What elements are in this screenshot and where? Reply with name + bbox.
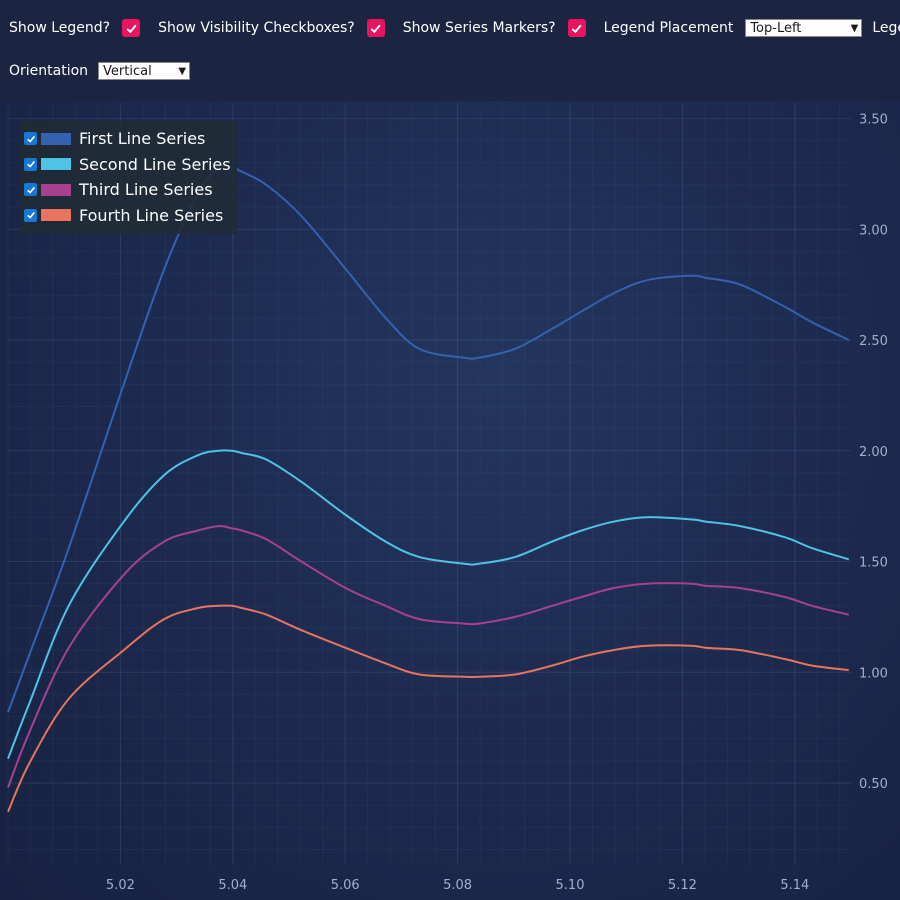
y-tick-label: 2.00: [859, 445, 888, 460]
x-tick-label: 5.04: [218, 878, 247, 893]
orientation-select[interactable]: Vertical ▼: [98, 62, 191, 80]
series-group: [7, 164, 850, 813]
check-icon: [26, 135, 35, 143]
orientation-label: Orientation: [9, 63, 89, 79]
toolbar-row-1: Show Legend? Show Visibility Checkboxes?…: [9, 19, 900, 37]
legend-placement-value: Top-Left: [750, 20, 802, 36]
chart-legend: First Line Series Second Line Series Thi…: [19, 121, 237, 234]
toolbar-row-2: Orientation Vertical ▼: [9, 62, 200, 80]
check-icon: [571, 24, 582, 33]
legend-label: First Line Series: [79, 129, 206, 149]
y-tick-label: 2.50: [859, 334, 888, 349]
legend-item-second-series[interactable]: Second Line Series: [19, 152, 237, 178]
series-visibility-checkbox[interactable]: [24, 157, 37, 171]
x-tick-label: 5.06: [331, 878, 360, 893]
check-icon: [370, 24, 381, 33]
show-series-markers-label: Show Series Markers?: [402, 20, 556, 36]
x-axis: 5.02 5.04 5.06 5.08 5.10 5.12 5.14: [106, 878, 809, 893]
x-tick-label: 5.10: [556, 878, 585, 893]
series-visibility-checkbox[interactable]: [24, 183, 37, 197]
series-visibility-checkbox[interactable]: [24, 132, 37, 146]
second-series-line[interactable]: [7, 449, 850, 760]
legend-item-first-series[interactable]: First Line Series: [19, 126, 237, 152]
x-tick-label: 5.02: [106, 878, 135, 893]
legend-swatch: [41, 132, 71, 145]
show-visibility-checkboxes-checkbox[interactable]: [366, 19, 385, 37]
show-legend-checkbox[interactable]: [122, 19, 141, 37]
y-axis: 0.50 1.00 1.50 2.00 2.50 3.00 3.50: [859, 113, 888, 793]
legend-swatch: [41, 183, 71, 196]
chevron-down-icon: ▼: [850, 22, 859, 34]
y-tick-label: 3.00: [859, 223, 888, 238]
x-tick-label: 5.08: [443, 878, 472, 893]
fourth-series-line[interactable]: [7, 604, 849, 813]
y-tick-label: 1.00: [859, 666, 888, 681]
legend-label: Second Line Series: [79, 154, 231, 174]
x-tick-label: 5.14: [780, 878, 809, 893]
toolbar: Show Legend? Show Visibility Checkboxes?…: [0, 0, 900, 101]
show-series-markers-checkbox[interactable]: [567, 19, 586, 37]
orientation-value: Vertical: [103, 63, 152, 79]
y-tick-label: 1.50: [859, 556, 888, 571]
legend-swatch: [41, 158, 71, 171]
legend-swatch: [41, 209, 71, 222]
show-legend-label: Show Legend?: [9, 20, 111, 36]
check-icon: [26, 161, 35, 168]
legend-placement-label: Legend Placement: [603, 20, 734, 36]
legend-label: Fourth Line Series: [79, 205, 224, 225]
legend-item-third-series[interactable]: Third Line Series: [19, 177, 237, 203]
y-tick-label: 3.50: [859, 113, 888, 128]
legend-placement-select[interactable]: Top-Left ▼: [745, 19, 863, 37]
series-visibility-checkbox[interactable]: [24, 208, 37, 222]
show-visibility-checkboxes-label: Show Visibility Checkboxes?: [158, 20, 355, 36]
legend-item-fourth-series[interactable]: Fourth Line Series: [19, 203, 237, 229]
check-icon: [26, 186, 35, 194]
legend-label: Third Line Series: [79, 180, 213, 200]
x-tick-label: 5.12: [668, 878, 697, 893]
legend-orientation-label-part: Legend: [872, 20, 900, 36]
check-icon: [26, 212, 35, 219]
chevron-down-icon: ▼: [178, 65, 187, 77]
y-tick-label: 0.50: [859, 777, 888, 792]
first-series-line[interactable]: [7, 164, 850, 713]
check-icon: [126, 24, 137, 33]
third-series-line[interactable]: [7, 525, 850, 788]
